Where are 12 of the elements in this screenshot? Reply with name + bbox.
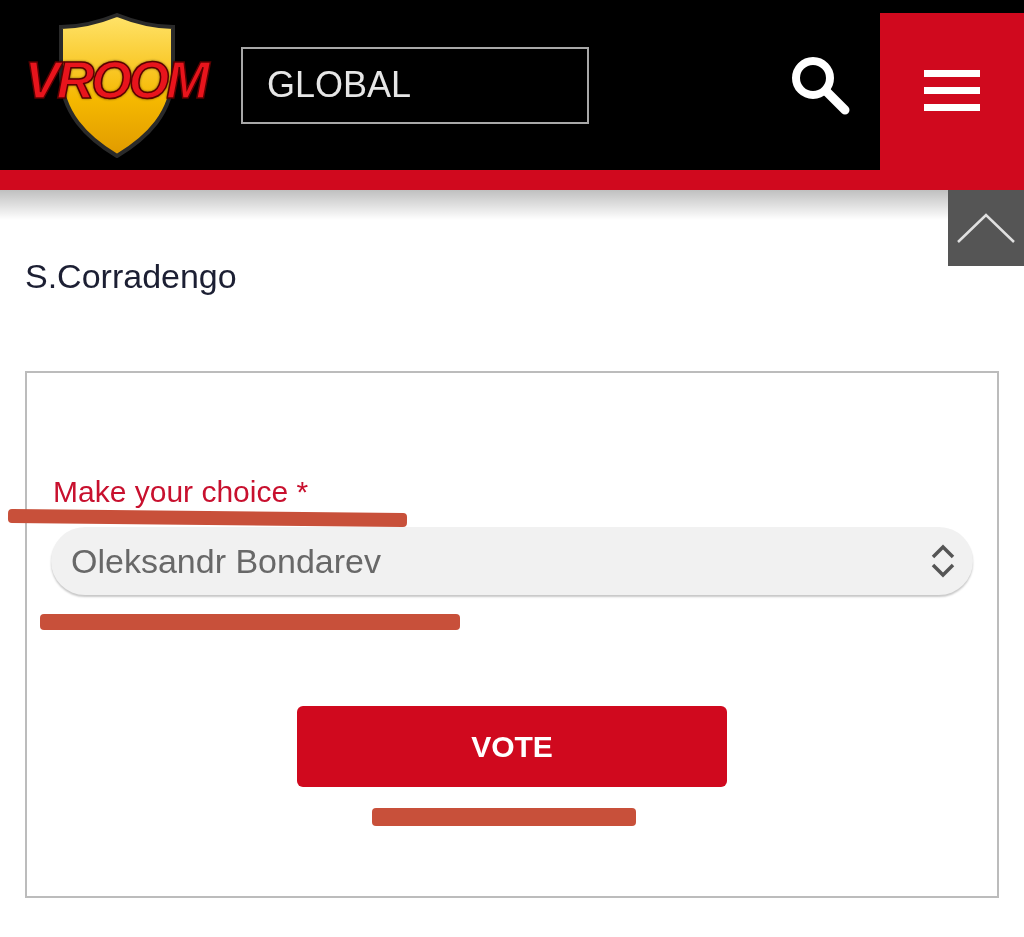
- search-button[interactable]: [790, 55, 850, 115]
- menu-icon: [924, 70, 980, 111]
- menu-button[interactable]: [880, 13, 1024, 190]
- chevron-up-icon: [956, 212, 1016, 244]
- dropdown[interactable]: Oleksandr Bondarev: [51, 527, 973, 595]
- search-icon: [790, 55, 850, 115]
- vote-button[interactable]: VOTE: [297, 706, 727, 787]
- chevron-updown-icon: [930, 543, 956, 579]
- field-label: Make your choice *: [53, 474, 309, 510]
- scroll-top-button[interactable]: [948, 190, 1024, 266]
- page-title: S.Corradengo: [25, 256, 237, 296]
- region-selector[interactable]: GLOBAL: [241, 46, 589, 124]
